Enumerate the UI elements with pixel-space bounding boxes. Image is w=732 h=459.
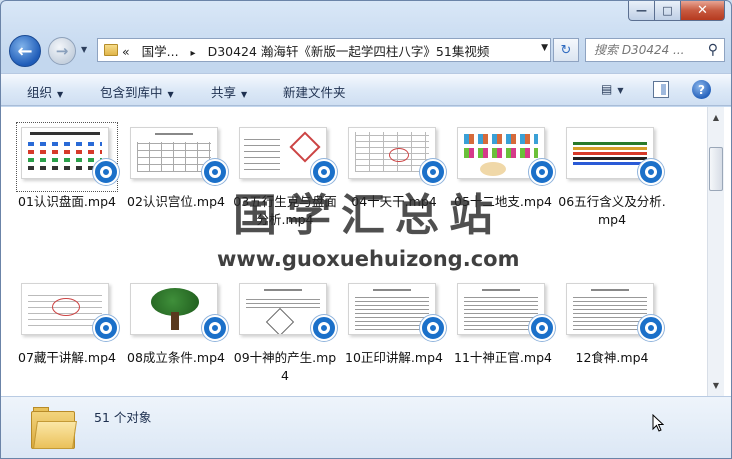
file-name: 10正印讲解.mp4 bbox=[345, 350, 443, 365]
video-player-icon bbox=[93, 159, 119, 185]
file-item[interactable]: 11十神正官.mp4 bbox=[449, 279, 557, 367]
close-button[interactable]: ✕ bbox=[681, 1, 725, 21]
share-label: 共享 bbox=[211, 85, 237, 100]
file-item[interactable]: 01认识盘面.mp4 bbox=[13, 122, 121, 211]
minimize-button[interactable]: — bbox=[628, 1, 655, 21]
navigation-bar: ← → ▼ « 国学... ▸ D30424 瀚海轩《新版一起学四柱八字》51集… bbox=[1, 33, 731, 67]
refresh-button[interactable]: ↻ bbox=[553, 38, 579, 62]
scroll-up-icon[interactable]: ▲ bbox=[708, 109, 724, 126]
preview-pane-button[interactable] bbox=[653, 81, 669, 98]
folder-icon bbox=[104, 44, 118, 56]
file-item[interactable]: 07藏干讲解.mp4 bbox=[13, 279, 121, 367]
file-name: 01认识盘面.mp4 bbox=[18, 194, 116, 209]
chevron-down-icon: ▼ bbox=[241, 90, 248, 99]
file-thumbnail[interactable] bbox=[562, 123, 664, 191]
help-button[interactable]: ? bbox=[692, 80, 711, 99]
organize-menu[interactable]: 组织 ▼ bbox=[27, 82, 63, 101]
file-item[interactable]: 09十神的产生.mp4 bbox=[231, 279, 339, 385]
mouse-cursor-icon bbox=[652, 414, 664, 432]
explorer-window: — □ ✕ ← → ▼ « 国学... ▸ D30424 瀚海轩《新版一起学四柱… bbox=[0, 0, 732, 459]
forward-button[interactable]: → bbox=[48, 37, 76, 65]
video-player-icon bbox=[529, 159, 555, 185]
address-bar[interactable]: « 国学... ▸ D30424 瀚海轩《新版一起学四柱八字》51集视频 ▼ bbox=[97, 38, 551, 62]
details-pane: 51 个对象 bbox=[1, 396, 731, 458]
video-player-icon bbox=[202, 315, 228, 341]
breadcrumb-guoxue[interactable]: 国学... bbox=[142, 44, 179, 59]
file-item[interactable]: 10正印讲解.mp4 bbox=[340, 279, 448, 367]
change-view-button[interactable]: ▤ ▼ bbox=[601, 82, 624, 96]
vertical-scrollbar[interactable]: ▲ ▼ bbox=[707, 107, 724, 396]
view-icon: ▤ bbox=[601, 82, 613, 96]
file-thumbnail[interactable] bbox=[235, 279, 337, 347]
share-menu[interactable]: 共享 ▼ bbox=[211, 82, 247, 101]
video-player-icon bbox=[93, 315, 119, 341]
watermark-title: 国学汇总站 bbox=[233, 190, 503, 241]
scroll-thumb[interactable] bbox=[709, 147, 723, 191]
address-dropdown-icon[interactable]: ▼ bbox=[541, 43, 548, 53]
file-item[interactable]: 08成立条件.mp4 bbox=[122, 279, 230, 367]
breadcrumb-current-folder[interactable]: D30424 瀚海轩《新版一起学四柱八字》51集视频 bbox=[208, 44, 490, 59]
new-folder-button[interactable]: 新建文件夹 bbox=[283, 82, 346, 101]
file-item[interactable]: 06五行含义及分析.mp4 bbox=[558, 123, 666, 229]
organize-label: 组织 bbox=[27, 85, 53, 100]
chevron-down-icon: ▼ bbox=[617, 86, 624, 95]
back-button[interactable]: ← bbox=[9, 35, 41, 67]
chevron-down-icon: ▼ bbox=[167, 90, 174, 99]
file-item[interactable]: 02认识宫位.mp4 bbox=[122, 123, 230, 211]
folder-icon bbox=[31, 407, 77, 449]
file-name: 02认识宫位.mp4 bbox=[127, 194, 225, 209]
file-thumbnail[interactable] bbox=[126, 123, 228, 191]
file-thumbnail[interactable] bbox=[453, 279, 555, 347]
video-player-icon bbox=[420, 315, 446, 341]
caption-buttons: — □ ✕ bbox=[628, 1, 725, 21]
breadcrumb-separator[interactable]: ▸ bbox=[191, 48, 196, 59]
refresh-icon: ↻ bbox=[560, 42, 572, 58]
address-path: « 国学... ▸ D30424 瀚海轩《新版一起学四柱八字》51集视频 bbox=[122, 41, 489, 60]
search-input[interactable] bbox=[594, 43, 704, 57]
file-thumbnail[interactable] bbox=[16, 122, 119, 192]
file-name: 07藏干讲解.mp4 bbox=[18, 350, 116, 365]
watermark-url: www.guoxuehuizong.com bbox=[217, 247, 520, 271]
address-overflow[interactable]: « bbox=[122, 44, 130, 59]
file-name: 06五行含义及分析.mp4 bbox=[558, 194, 666, 227]
maximize-button[interactable]: □ bbox=[655, 1, 681, 21]
file-name: 08成立条件.mp4 bbox=[127, 350, 225, 365]
file-name: 11十神正官.mp4 bbox=[454, 350, 552, 365]
help-icon: ? bbox=[698, 82, 705, 97]
video-player-icon bbox=[638, 159, 664, 185]
video-player-icon bbox=[202, 159, 228, 185]
item-count: 51 个对象 bbox=[94, 410, 152, 425]
forward-arrow-icon: → bbox=[55, 42, 69, 60]
video-player-icon bbox=[529, 315, 555, 341]
video-player-icon bbox=[638, 315, 664, 341]
scroll-down-icon[interactable]: ▼ bbox=[708, 377, 724, 394]
include-in-library-menu[interactable]: 包含到库中 ▼ bbox=[100, 82, 174, 101]
file-item[interactable]: 12食神.mp4 bbox=[558, 279, 666, 367]
file-name: 09十神的产生.mp4 bbox=[233, 350, 337, 383]
search-icon[interactable]: ⚲ bbox=[708, 42, 718, 58]
file-thumbnail[interactable] bbox=[126, 279, 228, 347]
file-thumbnail[interactable] bbox=[344, 279, 446, 347]
recent-pages-dropdown[interactable]: ▼ bbox=[81, 45, 87, 54]
file-list: 01认识盘面.mp4 02认识宫位.mp4 03五行生克与盘面分析.mp4 04… bbox=[1, 107, 731, 396]
include-library-label: 包含到库中 bbox=[100, 85, 163, 100]
file-name: 12食神.mp4 bbox=[575, 350, 649, 365]
file-thumbnail[interactable] bbox=[562, 279, 664, 347]
chevron-down-icon: ▼ bbox=[57, 90, 64, 99]
file-thumbnail[interactable] bbox=[17, 279, 119, 347]
search-box[interactable]: ⚲ bbox=[585, 38, 725, 62]
back-arrow-icon: ← bbox=[17, 40, 33, 62]
video-player-icon bbox=[311, 315, 337, 341]
command-bar: 组织 ▼ 包含到库中 ▼ 共享 ▼ 新建文件夹 ▤ ▼ ? bbox=[1, 73, 731, 106]
